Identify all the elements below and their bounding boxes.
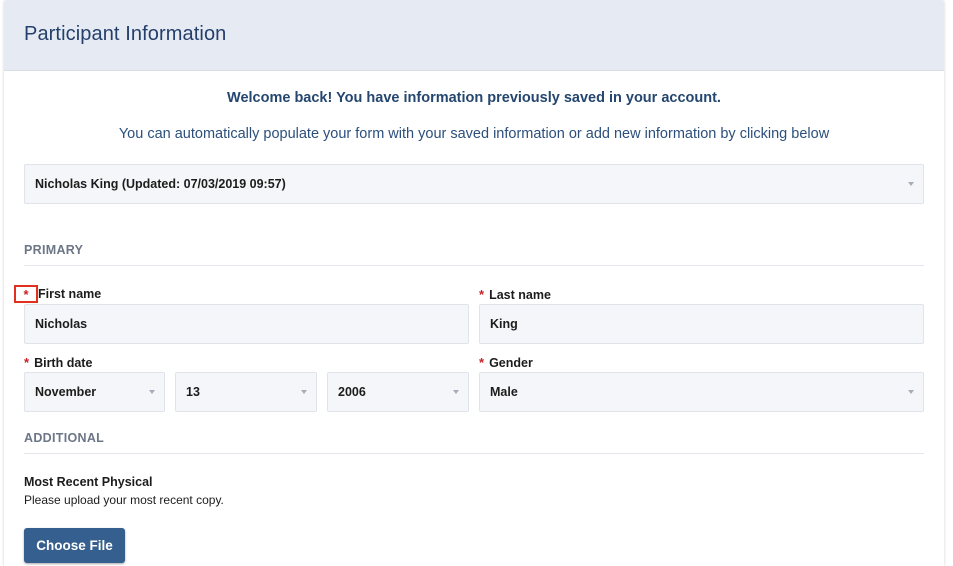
chevron-down-icon <box>301 390 307 394</box>
required-asterisk: * <box>24 355 30 370</box>
birth-year-value: 2006 <box>338 385 366 399</box>
participant-form-card: Participant Information Welcome back! Yo… <box>4 0 944 566</box>
choose-file-button[interactable]: Choose File <box>24 528 125 563</box>
section-divider <box>24 453 924 454</box>
chevron-down-icon <box>149 390 155 394</box>
required-highlight-box: * <box>14 285 38 303</box>
first-name-label: * First name <box>14 285 102 303</box>
gender-label-text: Gender <box>489 355 533 370</box>
section-divider <box>24 265 924 266</box>
last-name-label-text: Last name <box>489 287 551 302</box>
section-title-additional: ADDITIONAL <box>24 431 105 445</box>
last-name-label: * Last name <box>479 287 551 302</box>
chevron-down-icon <box>908 182 914 186</box>
gender-label: * Gender <box>479 355 533 370</box>
birth-day-select[interactable]: 13 <box>175 372 317 412</box>
page-title: Participant Information <box>24 22 227 45</box>
section-title-primary: PRIMARY <box>24 243 84 257</box>
first-name-value: Nicholas <box>35 317 88 331</box>
saved-profile-value: Nicholas King (Updated: 07/03/2019 09:57… <box>35 177 286 191</box>
required-asterisk: * <box>479 355 485 370</box>
gender-select[interactable]: Male <box>479 372 924 412</box>
card-header: Participant Information <box>4 0 944 71</box>
last-name-value: King <box>490 317 518 331</box>
upload-title: Most Recent Physical <box>24 475 153 489</box>
birth-month-select[interactable]: November <box>24 372 165 412</box>
chevron-down-icon <box>908 390 914 394</box>
birth-day-value: 13 <box>186 385 200 399</box>
birth-year-select[interactable]: 2006 <box>327 372 469 412</box>
first-name-label-text: First name <box>38 287 102 301</box>
last-name-input[interactable]: King <box>479 304 924 344</box>
birth-date-label-text: Birth date <box>34 355 93 370</box>
required-asterisk: * <box>23 286 29 302</box>
first-name-input[interactable]: Nicholas <box>24 304 469 344</box>
gender-value: Male <box>490 385 518 399</box>
welcome-message: Welcome back! You have information previ… <box>227 90 721 106</box>
chevron-down-icon <box>453 390 459 394</box>
birth-date-label: * Birth date <box>24 355 92 370</box>
upload-note: Please upload your most recent copy. <box>24 493 224 507</box>
saved-profile-select[interactable]: Nicholas King (Updated: 07/03/2019 09:57… <box>24 164 924 204</box>
birth-month-value: November <box>35 385 97 399</box>
autofill-instructions: You can automatically populate your form… <box>118 126 830 142</box>
required-asterisk: * <box>479 287 485 302</box>
